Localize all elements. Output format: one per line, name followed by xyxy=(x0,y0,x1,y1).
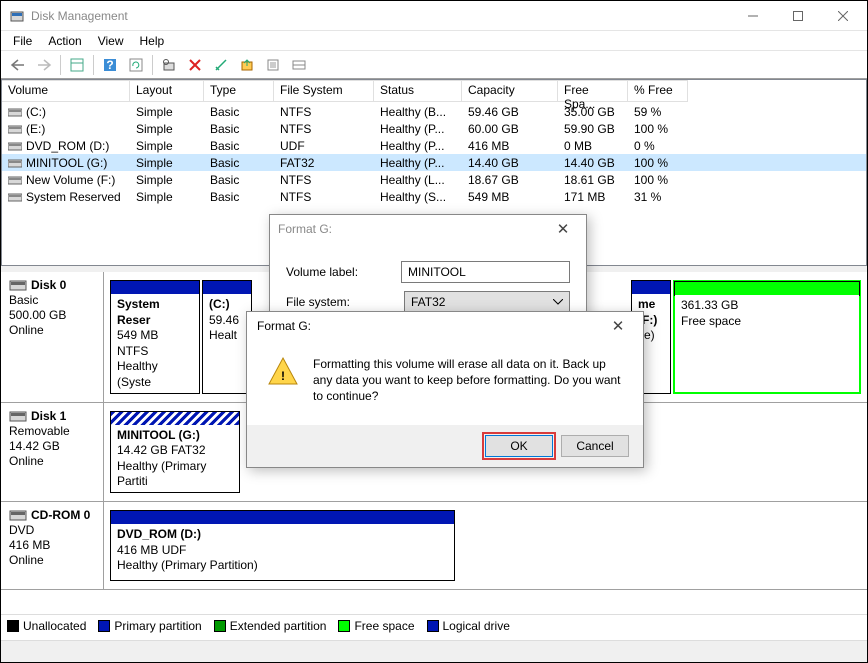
format-dialog-close-button[interactable]: ✕ xyxy=(548,220,578,238)
ok-button[interactable]: OK xyxy=(485,435,553,457)
back-button[interactable] xyxy=(6,54,30,76)
col-type[interactable]: Type xyxy=(204,80,274,102)
drive-icon xyxy=(8,124,22,134)
disk-icon xyxy=(9,409,27,423)
confirm-dialog: Format G: ✕ ! Formatting this volume wil… xyxy=(246,311,644,468)
app-icon xyxy=(9,8,25,24)
menu-view[interactable]: View xyxy=(90,32,132,50)
volume-label-label: Volume label: xyxy=(286,265,401,279)
disk-icon xyxy=(9,278,27,292)
volume-row[interactable]: (C:)SimpleBasicNTFSHealthy (B...59.46 GB… xyxy=(2,103,866,120)
partition[interactable]: 361.33 GBFree space xyxy=(673,280,861,394)
forward-button[interactable] xyxy=(32,54,56,76)
action3-button[interactable] xyxy=(287,54,311,76)
toolbar: ? xyxy=(1,51,867,79)
menu-bar: File Action View Help xyxy=(1,31,867,51)
disk-label: CD-ROM 0DVD416 MBOnline xyxy=(1,502,104,589)
col-layout[interactable]: Layout xyxy=(130,80,204,102)
partition[interactable]: DVD_ROM (D:)416 MB UDFHealthy (Primary P… xyxy=(110,510,455,581)
col-status[interactable]: Status xyxy=(374,80,462,102)
minimize-button[interactable] xyxy=(730,1,775,30)
menu-file[interactable]: File xyxy=(5,32,40,50)
drive-icon xyxy=(8,158,22,168)
title-bar: Disk Management xyxy=(1,1,867,31)
settings-button[interactable] xyxy=(157,54,181,76)
maximize-button[interactable] xyxy=(775,1,820,30)
partition[interactable]: MINITOOL (G:)14.42 GB FAT32Healthy (Prim… xyxy=(110,411,240,493)
drive-icon xyxy=(8,192,22,202)
filesystem-label: File system: xyxy=(286,295,404,309)
properties-button[interactable] xyxy=(209,54,233,76)
action1-button[interactable] xyxy=(235,54,259,76)
col-freespace[interactable]: Free Spa... xyxy=(558,80,628,102)
svg-text:!: ! xyxy=(281,369,285,383)
delete-button[interactable] xyxy=(183,54,207,76)
col-pctfree[interactable]: % Free xyxy=(628,80,688,102)
show-hide-button[interactable] xyxy=(65,54,89,76)
volume-row[interactable]: (E:)SimpleBasicNTFSHealthy (P...60.00 GB… xyxy=(2,120,866,137)
format-dialog-title: Format G: xyxy=(278,222,332,236)
col-filesystem[interactable]: File System xyxy=(274,80,374,102)
warning-icon: ! xyxy=(267,356,299,388)
confirm-message: Formatting this volume will erase all da… xyxy=(313,356,621,405)
volume-row[interactable]: MINITOOL (G:)SimpleBasicFAT32Healthy (P.… xyxy=(2,154,866,171)
cancel-button[interactable]: Cancel xyxy=(561,435,629,457)
legend: Unallocated Primary partition Extended par… xyxy=(1,614,867,636)
close-button[interactable] xyxy=(820,1,865,30)
menu-action[interactable]: Action xyxy=(40,32,89,50)
drive-icon xyxy=(8,141,22,151)
disk-row: CD-ROM 0DVD416 MBOnlineDVD_ROM (D:)416 M… xyxy=(1,502,867,590)
status-bar xyxy=(1,640,867,662)
partition[interactable]: System Reser549 MB NTFSHealthy (Syste xyxy=(110,280,200,394)
drive-icon xyxy=(8,107,22,117)
legend-item: Extended partition xyxy=(214,619,327,633)
volume-label-input[interactable] xyxy=(401,261,570,283)
col-volume[interactable]: Volume xyxy=(2,80,130,102)
confirm-dialog-title: Format G: xyxy=(257,319,311,333)
volume-row[interactable]: New Volume (F:)SimpleBasicNTFSHealthy (L… xyxy=(2,171,866,188)
partition[interactable]: (C:)59.46Healt xyxy=(202,280,252,394)
legend-item: Primary partition xyxy=(98,619,201,633)
action2-button[interactable] xyxy=(261,54,285,76)
legend-item: Free space xyxy=(338,619,414,633)
menu-help[interactable]: Help xyxy=(132,32,173,50)
window-title: Disk Management xyxy=(31,9,730,23)
volume-row[interactable]: System ReservedSimpleBasicNTFSHealthy (S… xyxy=(2,188,866,205)
drive-icon xyxy=(8,175,22,185)
legend-item: Unallocated xyxy=(7,619,86,633)
confirm-dialog-close-button[interactable]: ✕ xyxy=(603,317,633,335)
help-button[interactable]: ? xyxy=(98,54,122,76)
svg-text:?: ? xyxy=(106,58,113,72)
volume-row[interactable]: DVD_ROM (D:)SimpleBasicUDFHealthy (P...4… xyxy=(2,137,866,154)
refresh-button[interactable] xyxy=(124,54,148,76)
volume-list-header: Volume Layout Type File System Status Ca… xyxy=(2,80,866,102)
disk-icon xyxy=(9,508,27,522)
col-capacity[interactable]: Capacity xyxy=(462,80,558,102)
disk-label: Disk 1Removable14.42 GBOnline xyxy=(1,403,104,501)
filesystem-select[interactable]: FAT32 xyxy=(404,291,570,313)
legend-item: Logical drive xyxy=(427,619,510,633)
disk-label: Disk 0Basic500.00 GBOnline xyxy=(1,272,104,402)
